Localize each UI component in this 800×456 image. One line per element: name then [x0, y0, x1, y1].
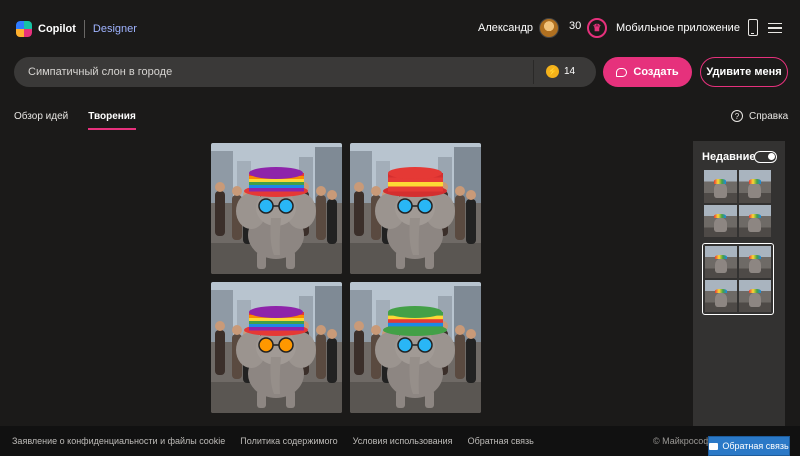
copyright: © Майкрософт [653, 436, 715, 446]
product-name: Designer [92, 23, 137, 35]
boosts-count: 14 [564, 66, 576, 77]
phone-icon [747, 19, 758, 36]
coins-count: 30 [569, 20, 582, 32]
boosts-indicator[interactable]: ⚡ 14 [546, 65, 575, 78]
surprise-me-button[interactable]: Удивите меня [700, 57, 788, 87]
tab-explore-ideas[interactable]: Обзор идей [14, 111, 68, 122]
copilot-designer-logo[interactable]: Copilot Designer [16, 20, 137, 38]
prompt-divider [533, 60, 534, 84]
thumbnail-image [739, 280, 771, 312]
mobile-app-link[interactable]: Мобильное приложение [616, 19, 758, 36]
create-button-label: Создать [633, 66, 679, 78]
brand-name: Copilot [38, 23, 76, 35]
feedback-button-label: Обратная связь [722, 441, 789, 451]
feedback-icon [709, 442, 719, 450]
footer-links: Заявление о конфиденциальности и файлы c… [12, 436, 549, 446]
thumbnail-image [739, 246, 771, 278]
logo-divider [83, 20, 85, 38]
recent-panel: Недавние [693, 141, 785, 431]
user-name: Александр [478, 22, 534, 34]
copilot-logo-icon [16, 21, 32, 37]
footer-link-terms[interactable]: Условия использования [353, 436, 453, 446]
generated-image[interactable] [350, 282, 481, 413]
generated-image[interactable] [211, 143, 342, 274]
recent-thumbnail[interactable] [703, 169, 772, 238]
prompt-input-bar[interactable]: Симпатичный слон в городе ⚡ 14 [14, 57, 596, 87]
rewards-trophy-icon[interactable]: ♛ [587, 18, 607, 38]
boost-coin-icon: ⚡ [546, 65, 559, 78]
hamburger-menu-icon[interactable] [768, 23, 782, 33]
tab-creations[interactable]: Творения [88, 111, 136, 130]
create-button[interactable]: Создать [603, 57, 692, 87]
chat-bubble-icon [616, 67, 628, 77]
footer-link-feedback[interactable]: Обратная связь [468, 436, 534, 446]
top-bar: Copilot Designer Александр 30 ♛ Мобильно… [0, 0, 800, 56]
help-icon: ? [731, 110, 743, 122]
thumbnail-image [738, 204, 771, 237]
thumbnail-image [705, 246, 737, 278]
footer-link-privacy[interactable]: Заявление о конфиденциальности и файлы c… [12, 436, 225, 446]
prompt-input[interactable]: Симпатичный слон в городе [28, 66, 172, 78]
image-grid [211, 143, 481, 413]
recent-title: Недавние [702, 151, 756, 163]
avatar[interactable] [539, 18, 560, 38]
feedback-button[interactable]: Обратная связь [708, 436, 790, 456]
help-label: Справка [749, 110, 789, 122]
mobile-app-label: Мобильное приложение [616, 21, 740, 34]
generated-image[interactable] [350, 143, 481, 274]
thumbnail-image [704, 170, 737, 203]
thumbnail-image [738, 170, 771, 203]
user-profile[interactable]: Александр [478, 18, 560, 38]
tabs: Обзор идей Творения [14, 111, 156, 130]
recent-toggle[interactable] [754, 151, 777, 163]
help-link[interactable]: ? Справка [731, 110, 788, 122]
generated-image[interactable] [211, 282, 342, 413]
thumbnail-image [705, 280, 737, 312]
recent-thumbnail-selected[interactable] [702, 243, 774, 315]
footer: Заявление о конфиденциальности и файлы c… [0, 426, 800, 456]
footer-link-content-policy[interactable]: Политика содержимого [240, 436, 337, 446]
thumbnail-image [704, 204, 737, 237]
surprise-me-label: Удивите меня [706, 66, 782, 78]
